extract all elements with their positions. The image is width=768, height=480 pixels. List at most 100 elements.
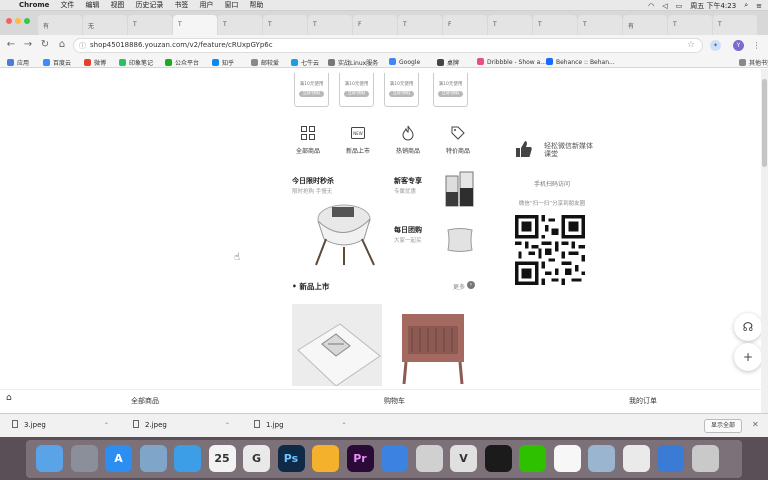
category-new[interactable]: NEW 新品上市: [338, 125, 378, 155]
coupon-card[interactable]: 满10元使用 立即领取: [339, 73, 374, 107]
vectornator-icon[interactable]: V: [450, 445, 477, 472]
calendar-icon[interactable]: 25: [208, 445, 236, 472]
browser-tab[interactable]: T: [668, 15, 712, 35]
coupon-card[interactable]: 满10元使用 立即领取: [294, 73, 329, 107]
browser-tab[interactable]: T: [173, 15, 217, 35]
home-icon[interactable]: ⌂: [6, 393, 12, 403]
premiere-icon[interactable]: Pr: [346, 445, 374, 472]
category-all[interactable]: 全部商品: [288, 125, 328, 155]
bookmark-item[interactable]: 邮较爱: [251, 58, 279, 67]
finder-window-icon[interactable]: [588, 445, 615, 472]
address-bar[interactable]: ⓘ shop45018886.youzan.com/v2/feature/cRU…: [73, 38, 703, 53]
browser-tab[interactable]: T: [398, 15, 442, 35]
notes-icon[interactable]: [553, 445, 581, 472]
menu-edit[interactable]: 编辑: [85, 0, 99, 10]
browser-tab[interactable]: T: [533, 15, 577, 35]
home-icon[interactable]: ⌂: [56, 39, 68, 51]
scrollbar-thumb[interactable]: [762, 79, 767, 167]
new-user-title[interactable]: 新客专享: [394, 176, 422, 186]
preview-icon[interactable]: [139, 445, 167, 472]
show-all-button[interactable]: 显示全部: [704, 419, 743, 433]
nav-all-products[interactable]: 全部商品: [131, 396, 159, 406]
chevron-up-icon[interactable]: ⌃: [342, 422, 347, 429]
reload-icon[interactable]: ↻: [39, 39, 51, 51]
flash-sale-title[interactable]: 今日限时秒杀: [292, 176, 334, 186]
keynote-icon[interactable]: [381, 445, 408, 472]
bookmark-star-icon[interactable]: ☆: [687, 40, 695, 50]
add-button[interactable]: +: [734, 343, 762, 371]
browser-tab[interactable]: T: [218, 15, 262, 35]
menubar-clock[interactable]: 周五 下午4:23: [690, 1, 736, 11]
finder-icon[interactable]: [36, 445, 63, 472]
coupon-button[interactable]: 立即领取: [344, 91, 369, 97]
chevron-right-icon[interactable]: ›: [467, 281, 475, 289]
browser-tab[interactable]: 无: [83, 15, 127, 35]
bookmark-item[interactable]: Dribbble - Show a...: [477, 58, 546, 66]
coupon-button[interactable]: 立即领取: [389, 91, 414, 97]
bookmark-item[interactable]: 公众平台: [165, 58, 199, 67]
close-icon[interactable]: ✕: [752, 420, 759, 429]
browser-tab[interactable]: T: [263, 15, 307, 35]
coupon-card[interactable]: 满10元使用 立即领取: [384, 73, 419, 107]
coupon-button[interactable]: 立即领取: [438, 91, 463, 97]
download-item[interactable]: 2.jpeg ⌃: [133, 420, 230, 429]
safari-icon[interactable]: [174, 445, 201, 472]
launchpad-icon[interactable]: [70, 445, 98, 472]
volume-icon[interactable]: ◁: [662, 2, 667, 10]
product-card[interactable]: [390, 304, 480, 386]
sketchbook-icon[interactable]: [415, 445, 443, 472]
browser-tab[interactable]: F: [353, 15, 397, 35]
back-icon[interactable]: ←: [5, 39, 17, 51]
minimize-window-icon[interactable]: [15, 18, 21, 24]
list-icon[interactable]: ≡: [756, 2, 762, 10]
nav-my-orders[interactable]: 我的订单: [629, 396, 657, 406]
jars-image[interactable]: [444, 168, 476, 208]
chevron-up-icon[interactable]: ⌃: [104, 422, 109, 429]
close-window-icon[interactable]: [6, 18, 12, 24]
category-sale[interactable]: 特价商品: [438, 125, 478, 155]
battery-icon[interactable]: ▭: [676, 2, 683, 10]
bookmark-item[interactable]: 桌牌: [437, 58, 459, 67]
app-store-icon[interactable]: A: [105, 445, 132, 472]
menu-file[interactable]: 文件: [60, 0, 74, 10]
bookmark-item[interactable]: Behance :: Behan...: [546, 58, 615, 66]
extension-icon[interactable]: ✦: [710, 40, 721, 51]
chevron-up-icon[interactable]: ⌃: [225, 422, 230, 429]
bookmark-item[interactable]: 知乎: [212, 58, 234, 67]
bookmark-item[interactable]: 百度云: [43, 58, 71, 67]
bookmark-item[interactable]: 其他书签: [739, 58, 768, 67]
customer-service-icon[interactable]: ☊: [734, 313, 762, 341]
bookmark-item[interactable]: 七牛云: [291, 58, 319, 67]
menu-help[interactable]: 帮助: [249, 0, 263, 10]
coupon-card[interactable]: 满10元使用 立即领取: [433, 73, 468, 107]
bookmark-item[interactable]: Google: [389, 58, 420, 66]
menu-history[interactable]: 历史记录: [135, 0, 163, 10]
download-item[interactable]: 1.jpg ⌃: [254, 420, 347, 429]
bookmark-item[interactable]: 印象笔记: [119, 58, 153, 67]
wifi-icon[interactable]: ◠: [648, 2, 654, 10]
section-more-link[interactable]: 更多: [453, 282, 465, 291]
more-menu-icon[interactable]: ⋮: [751, 40, 762, 51]
browser-tab[interactable]: F: [443, 15, 487, 35]
chair-image[interactable]: [304, 199, 380, 267]
download-item[interactable]: 3.jpeg ⌃: [12, 420, 109, 429]
photos-icon[interactable]: [622, 445, 650, 472]
menu-bookmarks[interactable]: 书签: [174, 0, 188, 10]
browser-tab[interactable]: 有: [38, 15, 82, 35]
pillow-image[interactable]: [446, 226, 474, 254]
browser-tab[interactable]: T: [713, 15, 757, 35]
browser-tab[interactable]: T: [578, 15, 622, 35]
browser-tab[interactable]: T: [308, 15, 352, 35]
profile-avatar[interactable]: Y: [733, 40, 744, 51]
wechat-icon[interactable]: [519, 445, 546, 472]
search-icon[interactable]: ⌕: [744, 1, 748, 10]
menu-people[interactable]: 用户: [199, 0, 213, 10]
coupon-button[interactable]: 立即领取: [299, 91, 324, 97]
browser-tab[interactable]: T: [488, 15, 532, 35]
scrollbar[interactable]: [761, 69, 768, 413]
bookmark-item[interactable]: 应用: [7, 58, 29, 67]
browser-tab[interactable]: T: [128, 15, 172, 35]
downloads-stack-icon[interactable]: [657, 445, 684, 472]
photoshop-icon[interactable]: Ps: [277, 445, 305, 472]
group-buy-title[interactable]: 每日团购: [394, 225, 422, 235]
